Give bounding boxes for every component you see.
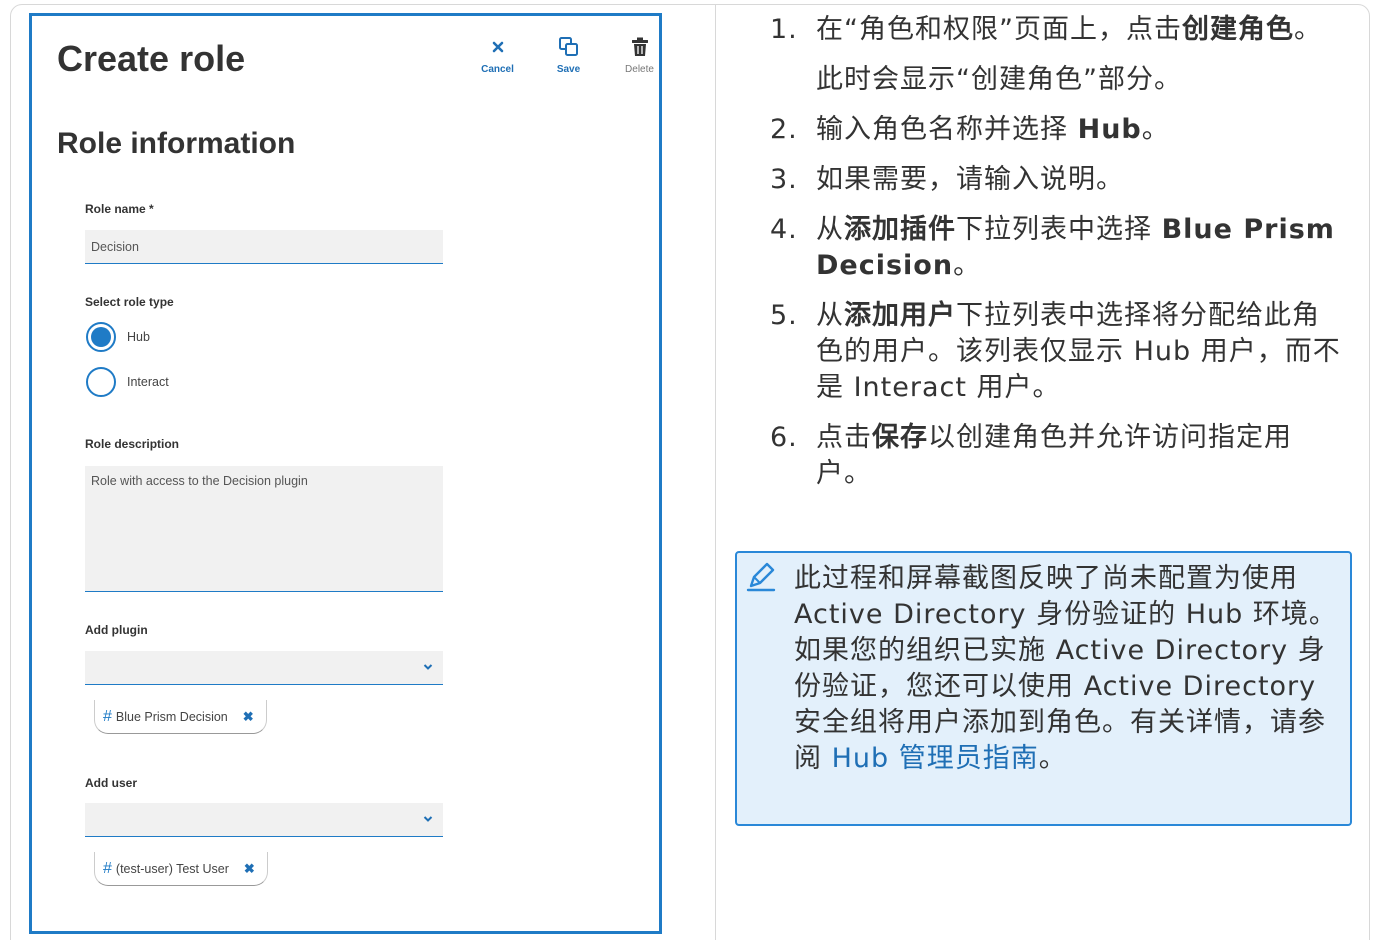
pencil-note-icon	[746, 562, 776, 592]
step-text: 。	[1293, 14, 1322, 45]
toolbar: Cancel Save Delete	[462, 36, 675, 75]
step-text: 从	[816, 300, 844, 331]
close-icon	[492, 41, 503, 53]
step-3: 3. 如果需要，请输入说明。	[770, 162, 1345, 198]
step-1: 1. 在“角色和权限”页面上，点击创建角色。 此时会显示“创建角色”部分。	[770, 12, 1345, 98]
step-text: 。	[953, 250, 982, 281]
note-text: 此过程和屏幕截图反映了尚未配置为使用 Active Directory 身份验证…	[794, 561, 1339, 777]
plugin-chip: # Blue Prism Decision ✖	[94, 700, 267, 734]
remove-user-icon[interactable]: ✖	[244, 861, 255, 877]
step-text: 在“角色和权限”页面上，点击	[816, 14, 1182, 45]
hash-icon: #	[103, 859, 112, 877]
step-number: 3.	[770, 164, 798, 195]
radio-hub-control[interactable]	[86, 322, 116, 352]
plugin-chip-label: Blue Prism Decision	[115, 709, 228, 724]
step-text: 从	[816, 214, 844, 245]
role-name-input[interactable]: Decision	[85, 230, 443, 264]
step-text: 输入角色名称并选择	[816, 114, 1078, 145]
user-chip: # (test-user) Test User ✖	[94, 852, 268, 886]
step-bold: Hub	[1077, 114, 1142, 145]
role-name-value: Decision	[91, 240, 139, 254]
radio-hub-label: Hub	[127, 330, 150, 344]
save-copy-icon	[558, 37, 578, 56]
add-user-dropdown[interactable]	[85, 803, 443, 837]
step-number: 1.	[770, 14, 798, 45]
role-description-textarea[interactable]: Role with access to the Decision plugin	[85, 466, 443, 592]
step-text: 点击	[816, 422, 872, 453]
note-box: 此过程和屏幕截图反映了尚未配置为使用 Active Directory 身份验证…	[735, 551, 1352, 826]
step-number: 6.	[770, 422, 798, 453]
step-6: 6. 点击保存以创建角色并允许访问指定用户。	[770, 420, 1345, 492]
chevron-down-icon	[423, 816, 433, 822]
step-1-subtext: 此时会显示“创建角色”部分。	[816, 64, 1182, 95]
step-bold: 创建角色	[1181, 14, 1294, 45]
step-4: 4. 从添加插件下拉列表中选择 Blue Prism Decision。	[770, 212, 1345, 284]
step-text: 。	[1141, 114, 1170, 145]
save-button[interactable]: Save	[533, 36, 604, 75]
page-title: Create role	[57, 38, 246, 79]
step-number: 2.	[770, 114, 798, 145]
save-label: Save	[556, 64, 581, 75]
create-role-panel: Create role Cancel Save Delete Role info…	[29, 13, 662, 934]
step-bold: 添加用户	[844, 300, 956, 331]
add-plugin-dropdown[interactable]	[85, 651, 443, 685]
hash-icon: #	[103, 707, 112, 725]
add-user-label: Add user	[85, 776, 138, 790]
instruction-steps: 1. 在“角色和权限”页面上，点击创建角色。 此时会显示“创建角色”部分。 2.…	[770, 12, 1345, 506]
section-title: Role information	[57, 127, 296, 160]
hub-admin-guide-link[interactable]: Hub 管理员指南	[832, 743, 1039, 774]
step-bold: 添加插件	[844, 214, 956, 245]
cancel-label: Cancel	[481, 64, 514, 75]
step-number: 5.	[770, 300, 798, 331]
remove-plugin-icon[interactable]: ✖	[243, 709, 254, 725]
delete-label: Delete	[625, 64, 654, 75]
step-number: 4.	[770, 214, 798, 245]
note-suffix: 。	[1038, 743, 1067, 774]
step-text: 下拉列表中选择	[956, 214, 1162, 245]
step-2: 2. 输入角色名称并选择 Hub。	[770, 112, 1345, 148]
radio-interact-label: Interact	[127, 375, 169, 389]
role-description-value: Role with access to the Decision plugin	[91, 474, 308, 488]
radio-hub[interactable]: Hub	[86, 322, 150, 352]
column-divider	[715, 4, 716, 940]
cancel-button[interactable]: Cancel	[462, 36, 533, 75]
trash-icon	[631, 37, 648, 56]
step-5: 5. 从添加用户下拉列表中选择将分配给此角色的用户。该列表仅显示 Hub 用户，…	[770, 298, 1345, 406]
radio-interact[interactable]: Interact	[86, 367, 169, 397]
step-text: 如果需要，请输入说明。	[816, 164, 1124, 195]
delete-button[interactable]: Delete	[604, 36, 675, 75]
step-bold: 保存	[872, 422, 928, 453]
role-type-label: Select role type	[85, 295, 174, 309]
radio-interact-control[interactable]	[86, 367, 116, 397]
role-description-label: Role description	[85, 437, 180, 451]
radio-selected-dot	[91, 327, 111, 347]
role-name-label: Role name *	[85, 202, 154, 216]
add-plugin-label: Add plugin	[85, 623, 148, 637]
chevron-down-icon	[423, 664, 433, 670]
user-chip-label: (test-user) Test User	[115, 861, 229, 876]
